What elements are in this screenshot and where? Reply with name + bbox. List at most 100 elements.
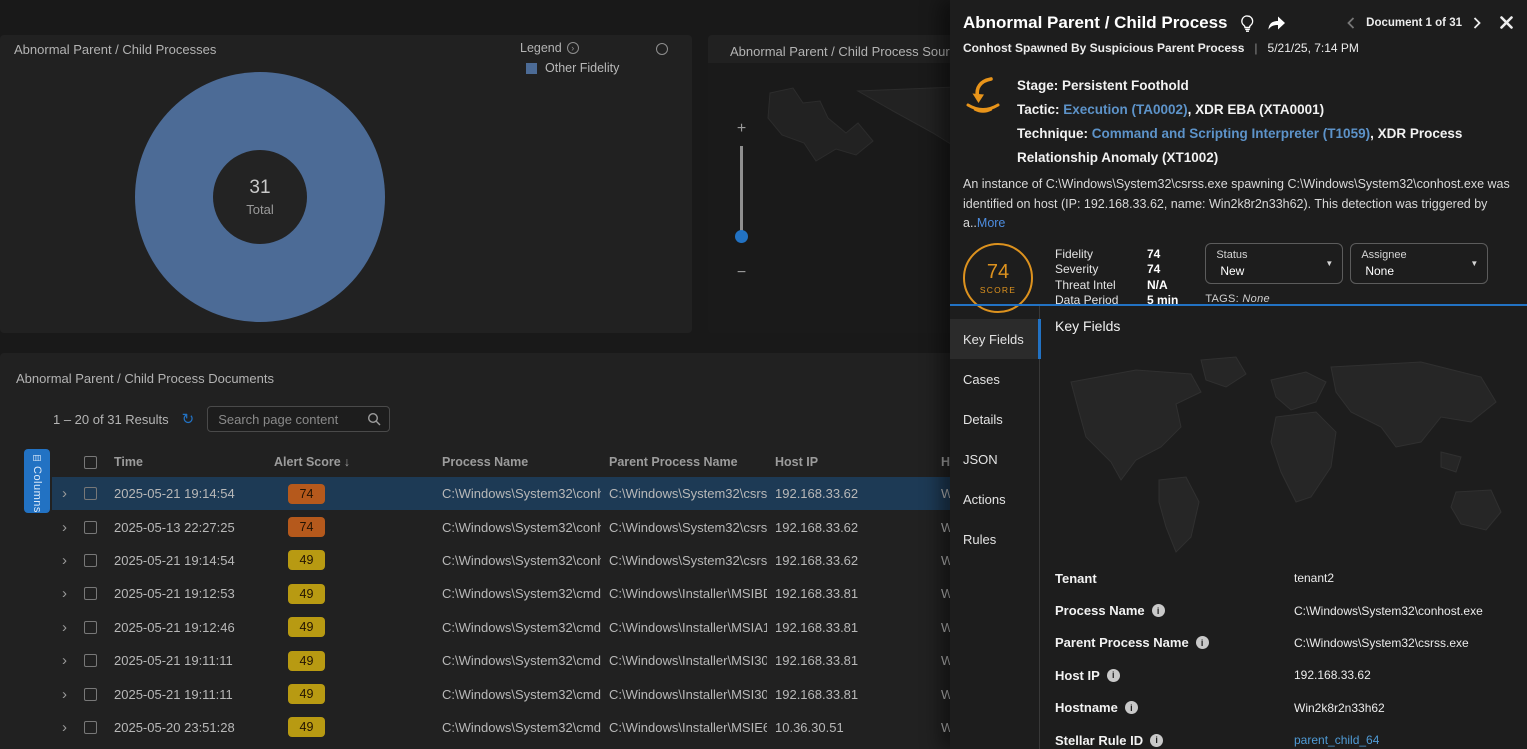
next-document-icon[interactable] (1473, 17, 1481, 29)
field-label: Hostname (1055, 700, 1118, 715)
row-expand-icon[interactable]: › (52, 553, 76, 568)
col-header-time[interactable]: Time (106, 455, 266, 469)
zoom-slider-knob[interactable] (735, 230, 748, 243)
detail-tab-json[interactable]: JSON (950, 439, 1039, 479)
prev-document-icon[interactable] (1347, 17, 1355, 29)
row-checkbox[interactable] (84, 688, 97, 701)
col-header-host-ip[interactable]: Host IP (767, 455, 933, 469)
search-box[interactable] (207, 406, 390, 432)
col-header-process-name[interactable]: Process Name (434, 455, 601, 469)
more-link[interactable]: More (977, 216, 1005, 230)
row-expand-icon[interactable]: › (52, 486, 76, 501)
zoom-out-button[interactable]: − (733, 265, 750, 281)
technique-line: Technique: Command and Scripting Interpr… (1017, 122, 1503, 170)
row-parent-process-name: C:\Windows\Installer\MSI30B2 (601, 653, 767, 668)
row-expand-icon[interactable]: › (52, 620, 76, 635)
row-parent-process-name: C:\Windows\System32\csrss.e (601, 486, 767, 501)
info-icon[interactable]: i (1152, 604, 1165, 617)
table-row[interactable]: › 2025-05-21 19:11:11 49 C:\Windows\Syst… (52, 644, 960, 677)
refresh-icon[interactable]: ↻ (182, 410, 195, 428)
legend-item[interactable]: Other Fidelity (526, 61, 619, 75)
subtitle-separator: | (1254, 41, 1257, 55)
detail-tab-actions[interactable]: Actions (950, 479, 1039, 519)
row-parent-process-name: C:\Windows\Installer\MSIBDE (601, 586, 767, 601)
select-all-checkbox[interactable] (84, 456, 97, 469)
row-expand-icon[interactable]: › (52, 720, 76, 735)
donut-chart[interactable]: 31 Total (135, 72, 385, 322)
legend-expand-icon[interactable]: › (567, 42, 579, 54)
map-panel-title: Abnormal Parent / Child Process Sources (730, 44, 970, 59)
key-fields-list: Tenant tenant2 Process Namei C:\Windows\… (1055, 562, 1521, 749)
row-host-ip: 192.168.33.62 (767, 520, 933, 535)
world-map (1041, 352, 1527, 564)
info-icon[interactable]: i (1107, 669, 1120, 682)
field-value: parent_child_64 (1294, 733, 1379, 747)
info-icon[interactable]: i (1125, 701, 1138, 714)
metric-row: Threat Intel N/A (1055, 278, 1178, 294)
row-checkbox[interactable] (84, 654, 97, 667)
detail-tab-rules[interactable]: Rules (950, 519, 1039, 559)
col-header-parent-process-name[interactable]: Parent Process Name (601, 455, 767, 469)
table-row[interactable]: › 2025-05-21 19:12:53 49 C:\Windows\Syst… (52, 577, 960, 610)
detail-tab-key-fields[interactable]: Key Fields (950, 319, 1039, 359)
table-row[interactable]: › 2025-05-21 19:12:46 49 C:\Windows\Syst… (52, 611, 960, 644)
row-checkbox[interactable] (84, 521, 97, 534)
alert-timestamp: 5/21/25, 7:14 PM (1268, 41, 1359, 55)
close-icon[interactable] (1500, 16, 1513, 29)
share-icon[interactable] (1267, 15, 1286, 31)
metric-value: N/A (1147, 278, 1168, 294)
detail-tab-details[interactable]: Details (950, 399, 1039, 439)
sort-down-icon: ↓ (344, 455, 350, 469)
row-time: 2025-05-21 19:12:53 (106, 586, 266, 601)
chevron-down-icon: ▼ (1470, 259, 1478, 268)
info-icon[interactable]: i (1150, 734, 1163, 747)
alert-score-badge: 74 (288, 517, 325, 537)
panel-option-circle[interactable] (656, 43, 668, 55)
table-row[interactable]: › 2025-05-21 19:11:11 49 C:\Windows\Syst… (52, 677, 960, 710)
status-dropdown[interactable]: Status New ▼ (1205, 243, 1343, 284)
alert-score-badge: 49 (288, 584, 325, 604)
detail-tab-cases[interactable]: Cases (950, 359, 1039, 399)
row-time: 2025-05-21 19:11:11 (106, 687, 266, 702)
col-header-alert-score[interactable]: Alert Score↓ (266, 455, 434, 469)
chevron-down-icon: ▼ (1325, 259, 1333, 268)
row-time: 2025-05-13 22:27:25 (106, 520, 266, 535)
row-expand-icon[interactable]: › (52, 687, 76, 702)
columns-tab-label: Columns (31, 466, 43, 513)
row-host-ip: 192.168.33.81 (767, 586, 933, 601)
score-metrics: Fidelity 74 Severity 74 Threat Intel N/A… (1055, 247, 1178, 309)
row-expand-icon[interactable]: › (52, 520, 76, 535)
row-checkbox[interactable] (84, 554, 97, 567)
search-input[interactable] (216, 411, 367, 428)
table-grid-icon (31, 455, 43, 461)
columns-tab[interactable]: Columns (24, 449, 50, 513)
donut-panel: Abnormal Parent / Child Processes Legend… (0, 35, 692, 333)
table-row[interactable]: › 2025-05-21 19:14:54 74 C:\Windows\Syst… (52, 477, 960, 510)
row-checkbox[interactable] (84, 587, 97, 600)
field-value: C:\Windows\System32\conhost.exe (1294, 604, 1483, 618)
info-icon[interactable]: i (1196, 636, 1209, 649)
row-parent-process-name: C:\Windows\System32\csrss.e (601, 520, 767, 535)
lightbulb-icon[interactable] (1240, 15, 1255, 32)
table-row[interactable]: › 2025-05-20 23:51:28 49 C:\Windows\Syst… (52, 711, 960, 744)
tactic-link[interactable]: Execution (TA0002) (1063, 102, 1187, 117)
table-row[interactable]: › 2025-05-21 19:14:54 49 C:\Windows\Syst… (52, 544, 960, 577)
technique-link[interactable]: Command and Scripting Interpreter (T1059… (1092, 126, 1370, 141)
zoom-in-button[interactable]: + (733, 121, 750, 137)
metric-label: Severity (1055, 262, 1147, 278)
assignee-dropdown[interactable]: Assignee None ▼ (1350, 243, 1488, 284)
zoom-slider-track[interactable] (740, 146, 743, 241)
row-host-ip: 192.168.33.62 (767, 486, 933, 501)
metric-value: 74 (1147, 262, 1160, 278)
row-checkbox[interactable] (84, 621, 97, 634)
table-row[interactable]: › 2025-05-13 22:27:25 74 C:\Windows\Syst… (52, 510, 960, 543)
row-process-name: C:\Windows\System32\conho (434, 486, 601, 501)
field-value: 192.168.33.62 (1294, 668, 1371, 682)
row-checkbox[interactable] (84, 487, 97, 500)
row-expand-icon[interactable]: › (52, 653, 76, 668)
row-expand-icon[interactable]: › (52, 586, 76, 601)
field-value: Win2k8r2n33h62 (1294, 701, 1385, 715)
key-field-row: Tenant tenant2 (1055, 562, 1521, 594)
alert-title: Abnormal Parent / Child Process (963, 13, 1228, 33)
row-checkbox[interactable] (84, 721, 97, 734)
